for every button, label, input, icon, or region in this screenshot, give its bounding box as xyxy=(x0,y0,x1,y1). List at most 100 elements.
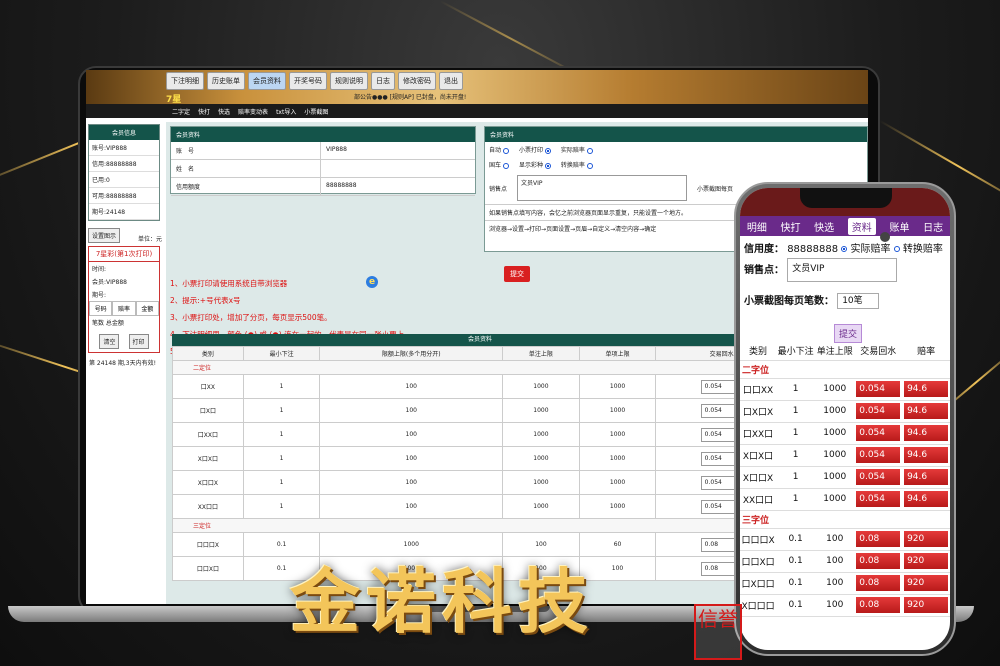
table-cell: 口X口X xyxy=(740,400,777,423)
tab-2[interactable]: 会员资料 xyxy=(248,72,286,90)
print-member: 会员:VIP888 xyxy=(92,279,127,286)
settings-card-title: 会员资料 xyxy=(485,127,867,142)
odds-value[interactable]: 94.6 xyxy=(904,425,949,441)
odds-value[interactable]: 94.6 xyxy=(904,447,949,463)
table-row: 口口X口 0.1 100 0.08 920 xyxy=(740,550,950,573)
table-cell: 1000 xyxy=(578,446,657,471)
odds-value[interactable]: 94.6 xyxy=(904,491,949,507)
print-count: 笔数 总金额 xyxy=(92,320,124,327)
phone-submit-button[interactable]: 提交 xyxy=(834,324,863,343)
phone-nav-item-3[interactable]: 资料 xyxy=(847,217,876,235)
rebate-value[interactable]: 0.054 xyxy=(856,447,901,463)
odds-value[interactable]: 94.6 xyxy=(904,403,949,419)
odds-value[interactable]: 920 xyxy=(904,597,949,613)
sales-input[interactable]: 文员VIP xyxy=(517,175,688,201)
tab-5[interactable]: 日志 xyxy=(371,72,395,90)
red-notice: 1、小票打印请使用系统自带浏览器 xyxy=(170,279,288,288)
brand-watermark: 金诺科技 xyxy=(290,560,594,643)
radio-dot[interactable] xyxy=(586,147,593,154)
table-cell: 0.054 xyxy=(854,422,903,445)
table-cell: 1000 xyxy=(815,488,855,511)
option-item[interactable]: 实际赔率 xyxy=(561,145,593,154)
tab-0[interactable]: 下注明细 xyxy=(166,72,204,90)
header-banner: 下注明细 历史账单 会员资料 开奖号码 规则说明 日志 修改密码 退出 7星 部公告●●● [… xyxy=(86,70,868,105)
table-cell: 94.6 xyxy=(902,400,950,423)
odds-value[interactable]: 94.6 xyxy=(904,469,949,485)
rebate-value[interactable]: 0.08 xyxy=(856,553,901,569)
table-row: X口X口 1 1000 0.054 94.6 xyxy=(740,444,950,467)
subnav-item-3[interactable]: 赔率变动表 xyxy=(238,107,268,116)
phone-nav-item-0[interactable]: 明细 xyxy=(747,219,767,234)
table-cell: 口XX口 xyxy=(740,422,777,445)
rebate-value[interactable]: 0.08 xyxy=(856,531,901,547)
table-cell: 920 xyxy=(902,594,950,617)
table-cell: 1000 xyxy=(578,398,657,423)
radio-dot[interactable] xyxy=(502,147,509,154)
option-item[interactable]: 国车 xyxy=(489,160,509,169)
table-row: 口X口X 1 1000 0.054 94.6 xyxy=(740,400,950,423)
member-row-value: 88888888 xyxy=(326,182,357,189)
table-cell: 0.08 xyxy=(854,528,903,551)
tab-1[interactable]: 历史账单 xyxy=(207,72,245,90)
option-item[interactable]: 自动 xyxy=(489,145,509,154)
rebate-value[interactable]: 0.08 xyxy=(856,597,901,613)
phone-nav-item-1[interactable]: 快打 xyxy=(780,219,800,234)
subnav-item-1[interactable]: 快打 xyxy=(198,107,210,116)
rebate-value[interactable]: 0.08 xyxy=(856,575,901,591)
option-item[interactable]: 显示彩种 xyxy=(519,160,551,169)
rebate-value[interactable]: 0.054 xyxy=(856,403,901,419)
table-cell: 口XX口 xyxy=(172,422,244,447)
rebate-value[interactable]: 0.054 xyxy=(856,491,901,507)
settings-icon-button[interactable]: 设置图示 xyxy=(88,228,121,243)
print-col-header: 赔率 xyxy=(112,301,136,316)
radio-dot[interactable] xyxy=(586,162,593,169)
tab-7[interactable]: 退出 xyxy=(439,72,463,90)
table-cell: 1000 xyxy=(815,400,855,423)
member-row-key: 账 号 xyxy=(171,142,321,159)
subnav-item-5[interactable]: 小票截图 xyxy=(304,107,328,116)
table-cell: X口口X xyxy=(172,470,244,495)
phone-shot-select[interactable]: 10笔 xyxy=(837,293,880,309)
odds-value[interactable]: 94.6 xyxy=(904,381,949,397)
odds-value[interactable]: 920 xyxy=(904,531,949,547)
odds-value[interactable]: 920 xyxy=(904,553,949,569)
radio-dot[interactable] xyxy=(544,162,551,169)
option-item[interactable]: 小票打印 xyxy=(519,145,551,154)
radio-convert[interactable] xyxy=(893,246,900,252)
table-header: 类别 xyxy=(172,346,244,361)
subnav-item-4[interactable]: txt导入 xyxy=(276,107,296,116)
phone-nav-item-4[interactable]: 账单 xyxy=(889,219,909,234)
radio-dot[interactable] xyxy=(502,162,509,169)
table-cell: 1 xyxy=(776,444,816,467)
tab-6[interactable]: 修改密码 xyxy=(398,72,436,90)
phone-table-header: 交易回水 xyxy=(854,342,903,361)
table-row: 口口XX 1 1000 0.054 94.6 xyxy=(740,378,950,401)
table-cell: 1 xyxy=(776,488,816,511)
rebate-value[interactable]: 0.054 xyxy=(856,469,901,485)
sales-label: 销售点 xyxy=(489,185,508,193)
table-cell: XX口口 xyxy=(740,488,777,511)
table-cell: 1 xyxy=(242,470,321,495)
phone-sales-input[interactable]: 文员VIP xyxy=(787,258,898,282)
tab-3[interactable]: 开奖号码 xyxy=(289,72,327,90)
table-cell: 1000 xyxy=(502,422,580,447)
phone-nav-item-2[interactable]: 快选 xyxy=(814,219,834,234)
table-cell: 口口XX xyxy=(740,378,777,401)
table-cell: 口口X口 xyxy=(740,550,777,573)
table-cell: 1000 xyxy=(578,470,657,495)
phone-nav-item-5[interactable]: 日志 xyxy=(923,219,943,234)
print-button[interactable]: 打印 xyxy=(128,334,149,349)
clear-button[interactable]: 清空 xyxy=(99,334,120,349)
rebate-value[interactable]: 0.054 xyxy=(856,381,901,397)
option-label: 实际赔率 xyxy=(560,147,585,154)
subnav-item-0[interactable]: 二字定 xyxy=(172,107,190,116)
tab-4[interactable]: 规则说明 xyxy=(330,72,368,90)
submit-button[interactable]: 提交 xyxy=(504,266,530,282)
radio-dot[interactable] xyxy=(544,147,551,154)
odds-value[interactable]: 920 xyxy=(904,575,949,591)
radio-actual[interactable] xyxy=(841,246,848,252)
rebate-value[interactable]: 0.054 xyxy=(856,425,901,441)
option-item[interactable]: 转换赔率 xyxy=(561,160,593,169)
table-cell: 1 xyxy=(242,446,321,471)
subnav-item-2[interactable]: 快选 xyxy=(218,107,230,116)
